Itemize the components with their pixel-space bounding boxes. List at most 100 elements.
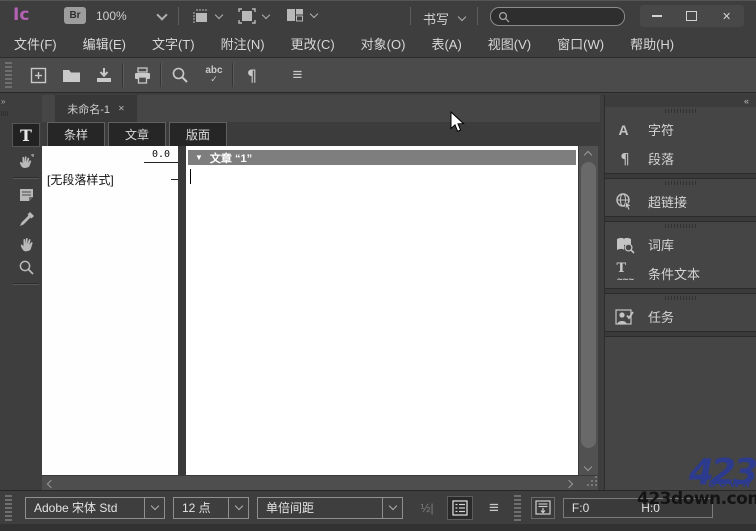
- menu-edit[interactable]: 编辑(E): [83, 34, 126, 53]
- new-document-button[interactable]: [26, 63, 50, 87]
- menu-object[interactable]: 对象(O): [361, 34, 406, 53]
- document-area: 未命名-1 ✕ 条样 文章 版面 0.0 [无段落样式] ▼ 文章 “1”: [42, 95, 600, 490]
- panel-button-assignments[interactable]: 任务: [605, 302, 756, 331]
- spellcheck-button[interactable]: abc ✓: [202, 63, 226, 87]
- chevron-down-icon: [150, 501, 159, 511]
- collapse-triangle-icon[interactable]: ▼: [195, 153, 203, 162]
- hand-tool-button[interactable]: [12, 231, 40, 255]
- line-numbers-toggle[interactable]: ½|: [417, 501, 437, 515]
- character-format-bar: Adobe 宋体 Std 12 点 单倍间距 ½| ≡ F:0 H:0: [0, 490, 756, 524]
- menu-file[interactable]: 文件(F): [14, 34, 57, 53]
- panel-grip[interactable]: [1, 111, 9, 116]
- copyfit-button[interactable]: [530, 496, 555, 519]
- menu-window[interactable]: 窗口(W): [557, 34, 604, 53]
- panel-button-thesaurus[interactable]: 词库: [605, 230, 756, 259]
- close-button[interactable]: ✕: [712, 5, 742, 27]
- title-bar: Ic Br 100% 书写 ✕: [0, 0, 756, 30]
- maximize-button[interactable]: [677, 5, 707, 27]
- horizontal-scrollbar[interactable]: [42, 475, 598, 490]
- menu-view[interactable]: 视图(V): [488, 34, 531, 53]
- text-caret: [190, 169, 191, 184]
- bar-grip[interactable]: [5, 494, 12, 521]
- arrange-documents-button[interactable]: [286, 8, 319, 22]
- dropdown-button[interactable]: [228, 497, 248, 518]
- collapse-dock-icon[interactable]: «: [744, 96, 749, 106]
- info-column: 0.0 [无段落样式]: [42, 146, 178, 475]
- view-options-button[interactable]: [190, 8, 224, 24]
- position-tool-button[interactable]: [12, 149, 40, 173]
- copyfit-f-value: F:0: [571, 500, 590, 515]
- vertical-scrollbar[interactable]: [578, 146, 598, 475]
- panel-button-paragraph[interactable]: ¶ 段落: [605, 144, 756, 173]
- paragraph-icon: ¶: [620, 149, 630, 168]
- dropdown-button[interactable]: [382, 497, 402, 518]
- minimize-button[interactable]: [642, 5, 672, 27]
- tab-story-view[interactable]: 文章: [108, 122, 166, 146]
- separator: [605, 331, 756, 337]
- paragraph-style-label: [无段落样式]: [47, 173, 114, 187]
- search-icon: [498, 11, 510, 22]
- search-input[interactable]: [490, 7, 625, 26]
- panel-grip[interactable]: [605, 222, 756, 230]
- info-column-divider[interactable]: [178, 146, 186, 475]
- main-area: » T 未命名-1 ✕ 条样 文章 版面 0.0 [无段落样式] ▼ 文章 “1…: [0, 93, 756, 490]
- print-button[interactable]: [130, 63, 154, 87]
- story-header-bar[interactable]: ▼ 文章 “1”: [188, 150, 576, 165]
- toolbar-grip[interactable]: [5, 62, 12, 88]
- scroll-left-icon[interactable]: [46, 479, 56, 489]
- leading-dropdown[interactable]: 单倍间距: [257, 496, 403, 519]
- save-button[interactable]: [92, 63, 116, 87]
- story-editor[interactable]: ▼ 文章 “1”: [186, 146, 578, 475]
- bar-menu-button[interactable]: ≡: [489, 498, 500, 518]
- panel-button-hyperlinks[interactable]: 超链接: [605, 187, 756, 216]
- document-tab[interactable]: 未命名-1 ✕: [55, 95, 137, 122]
- eyedropper-tool-button[interactable]: [12, 207, 40, 231]
- resize-grip-icon[interactable]: [591, 484, 593, 486]
- find-button[interactable]: [168, 63, 192, 87]
- menu-notes[interactable]: 附注(N): [221, 34, 265, 53]
- menu-changes[interactable]: 更改(C): [291, 34, 335, 53]
- tab-layout-view[interactable]: 版面: [169, 122, 227, 146]
- copyfit-progress-field: F:0 H:0: [562, 497, 713, 518]
- panel-grip[interactable]: [605, 179, 756, 187]
- tab-galley-view[interactable]: 条样: [47, 122, 105, 146]
- depth-ruler-line: [144, 162, 178, 163]
- panel-grip[interactable]: [605, 294, 756, 302]
- panel-button-character[interactable]: A 字符: [605, 115, 756, 144]
- scroll-right-icon[interactable]: [564, 479, 574, 489]
- expand-panel-icon[interactable]: »: [1, 97, 6, 106]
- font-family-dropdown[interactable]: Adobe 宋体 Std: [25, 496, 165, 519]
- view-options-icon: [193, 9, 207, 23]
- panel-grip[interactable]: [605, 107, 756, 115]
- scroll-up-icon[interactable]: [583, 150, 593, 160]
- note-tool-button[interactable]: [12, 183, 40, 207]
- workspace-switcher[interactable]: 书写: [423, 9, 469, 28]
- menu-type[interactable]: 文字(T): [152, 34, 195, 53]
- arrange-documents-icon: [287, 9, 303, 22]
- type-tool-button[interactable]: T: [12, 123, 40, 147]
- font-size-dropdown[interactable]: 12 点: [173, 496, 249, 519]
- tab-close-icon[interactable]: ✕: [118, 104, 125, 113]
- depth-value: 0.0: [151, 149, 170, 160]
- type-tool-icon: T: [20, 125, 32, 145]
- open-folder-icon: [62, 69, 80, 82]
- screen-mode-button[interactable]: [238, 8, 271, 24]
- note-icon: [19, 189, 33, 201]
- bridge-button[interactable]: Br: [64, 7, 86, 24]
- bar-grip[interactable]: [513, 494, 521, 521]
- zoom-level-dropdown[interactable]: 100%: [96, 8, 168, 23]
- dock-header: «: [605, 95, 756, 107]
- menu-help[interactable]: 帮助(H): [630, 34, 674, 53]
- scroll-down-icon[interactable]: [583, 462, 593, 472]
- toolbar-menu-button[interactable]: ≡: [286, 63, 310, 87]
- vertical-scrollbar-thumb[interactable]: [581, 162, 596, 448]
- show-hidden-characters-button[interactable]: ¶: [240, 63, 264, 87]
- zoom-tool-button[interactable]: [12, 255, 40, 279]
- pilcrow-icon: ¶: [246, 65, 258, 85]
- info-column-toggle[interactable]: [447, 495, 473, 520]
- dropdown-button[interactable]: [144, 497, 164, 518]
- menu-table[interactable]: 表(A): [431, 34, 461, 53]
- panel-button-conditional-text[interactable]: T ~~~ 条件文本: [605, 259, 756, 288]
- open-button[interactable]: [59, 63, 83, 87]
- minimize-icon: [652, 15, 663, 17]
